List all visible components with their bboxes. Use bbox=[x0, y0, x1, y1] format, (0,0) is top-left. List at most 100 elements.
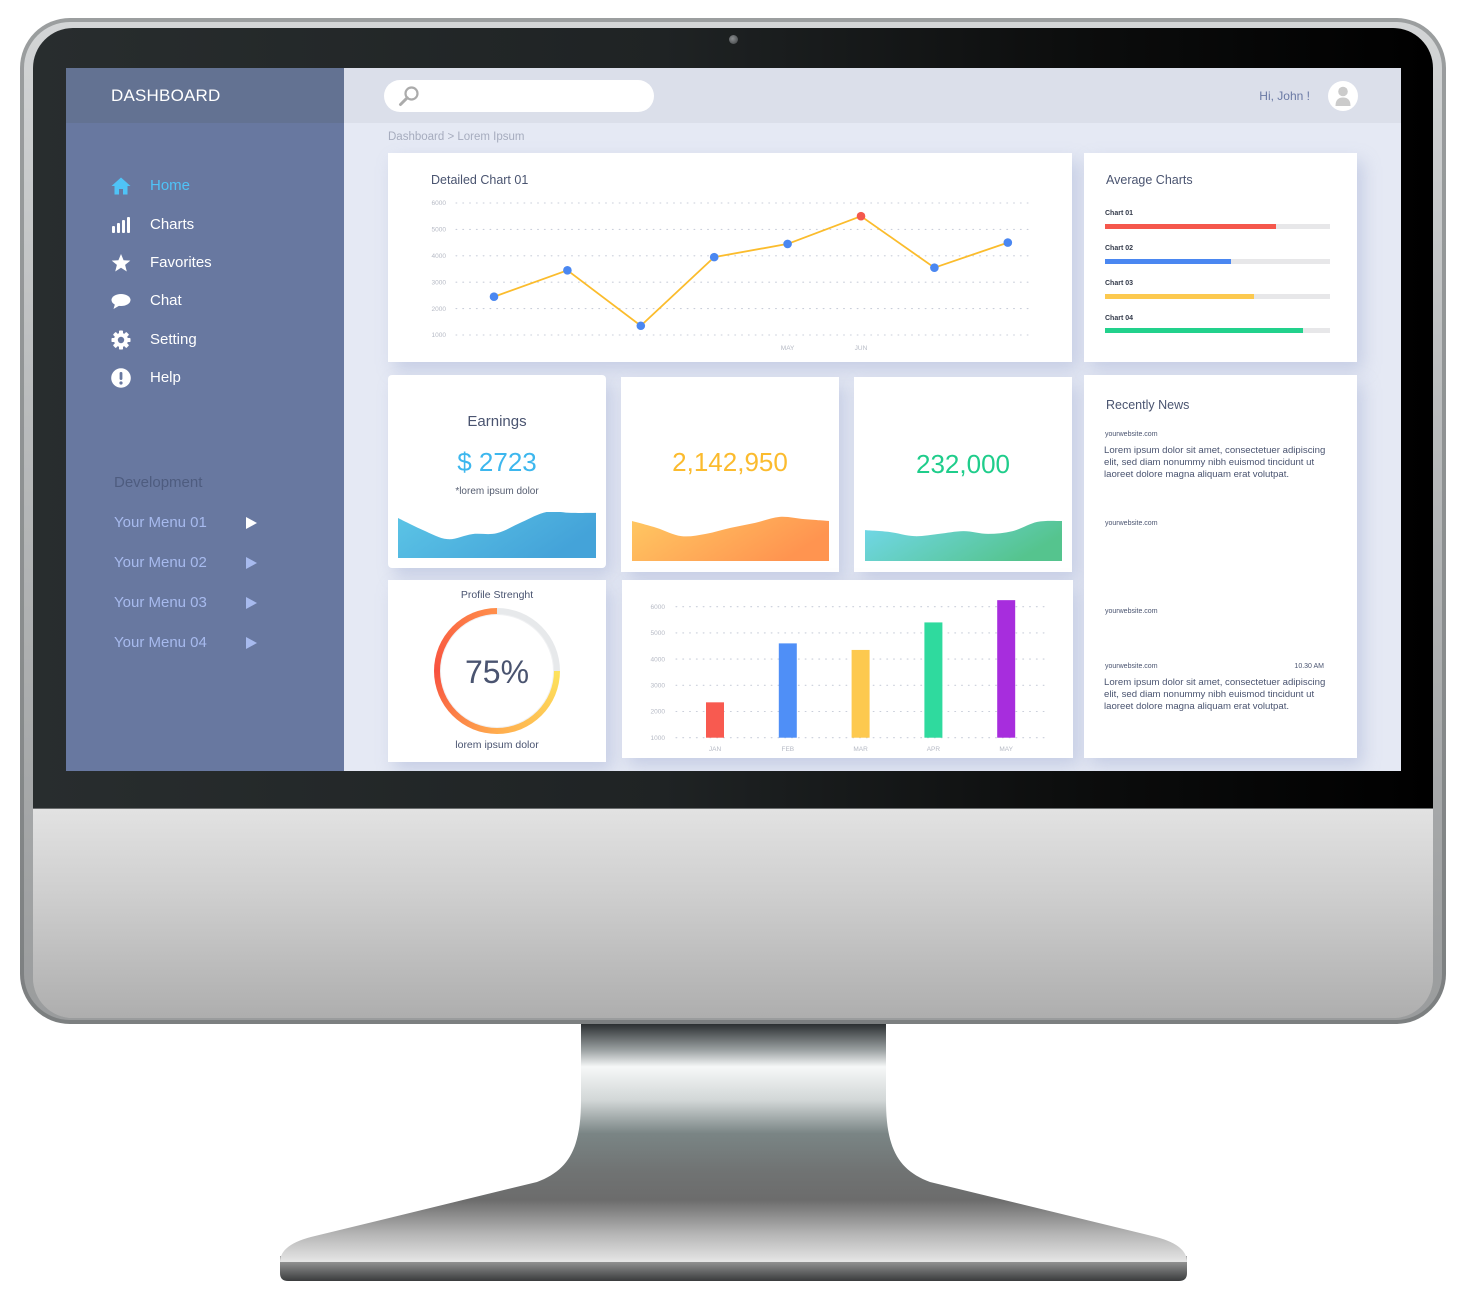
y-tick-label: 6000 bbox=[651, 604, 666, 611]
search-icon[interactable] bbox=[397, 84, 421, 108]
y-tick-label: 1000 bbox=[651, 735, 666, 742]
data-point[interactable] bbox=[563, 266, 572, 275]
monitor-chin bbox=[33, 808, 1433, 1018]
line-chart-card: Detailed Chart 01 1000 2000 3000 4000 5000 60… bbox=[388, 153, 1072, 362]
data-point[interactable] bbox=[1003, 238, 1013, 247]
stat-card-orange: 2,142,950 bbox=[621, 377, 839, 572]
avg-progress-fill bbox=[1105, 224, 1276, 229]
sidebar-item-label: Home bbox=[150, 177, 191, 194]
sidebar-menu-04[interactable]: Your Menu 04 bbox=[114, 631, 274, 655]
news-time: 10.30 AM bbox=[1294, 663, 1324, 670]
y-tick-label: 5000 bbox=[432, 227, 447, 234]
stat-value: 2,142,950 bbox=[672, 447, 788, 477]
sidebar-item-chat[interactable]: Chat bbox=[111, 289, 311, 313]
search-box[interactable] bbox=[384, 80, 654, 112]
news-source[interactable]: yourwebsite.com bbox=[1105, 662, 1158, 671]
webcam-icon bbox=[729, 35, 738, 44]
news-source[interactable]: yourwebsite.com bbox=[1105, 430, 1158, 439]
stat-sparkline bbox=[865, 520, 1062, 561]
star-icon bbox=[111, 254, 131, 272]
bar-chart-icon bbox=[112, 217, 130, 233]
sidebar-item-label: Favorites bbox=[150, 254, 212, 271]
stat-value: 232,000 bbox=[916, 449, 1010, 479]
sidebar-item-setting[interactable]: Setting bbox=[111, 328, 311, 352]
user-avatar[interactable] bbox=[1328, 81, 1358, 111]
breadcrumb: Dashboard > Lorem Ipsum bbox=[388, 131, 525, 143]
data-point[interactable] bbox=[489, 292, 499, 302]
news-title: Recently News bbox=[1106, 398, 1190, 412]
avg-progress-track bbox=[1105, 294, 1330, 299]
sidebar-item-label: Charts bbox=[150, 216, 195, 233]
avg-progress-track bbox=[1105, 328, 1330, 333]
sidebar-item-label: Setting bbox=[150, 331, 197, 348]
recent-news-card: Recently News yourwebsite.com Lorem ipsu… bbox=[1084, 375, 1357, 758]
news-text: Lorem ipsum dolor sit amet, consectetuer… bbox=[1104, 445, 1326, 481]
user-avatar-icon bbox=[1335, 86, 1351, 106]
data-point[interactable] bbox=[783, 239, 792, 249]
avg-progress-track bbox=[1105, 224, 1330, 229]
sidebar-item-help[interactable]: Help bbox=[111, 366, 311, 390]
stand-neck bbox=[280, 1020, 1187, 1262]
data-point[interactable] bbox=[930, 263, 939, 272]
bar-jan[interactable] bbox=[706, 702, 724, 738]
home-icon bbox=[111, 177, 131, 195]
y-tick-label: 2000 bbox=[432, 306, 447, 313]
data-point-highlighted[interactable] bbox=[856, 211, 866, 221]
x-tick-label: MAR bbox=[853, 746, 868, 753]
menu-label: Your Menu 04 bbox=[114, 634, 207, 651]
sidebar-item-home[interactable]: Home bbox=[111, 174, 311, 198]
y-tick-label: 5000 bbox=[651, 630, 666, 637]
avg-label: Chart 04 bbox=[1105, 315, 1134, 322]
earnings-title: Earnings bbox=[467, 413, 527, 430]
exclamation-circle-icon bbox=[111, 368, 131, 388]
average-charts-card: Average Charts Chart 01 Chart 02 Chart 0… bbox=[1084, 153, 1357, 362]
y-tick-label: 2000 bbox=[651, 709, 666, 716]
sidebar-menu-02[interactable]: Your Menu 02 bbox=[114, 551, 274, 575]
bar-may[interactable] bbox=[997, 600, 1016, 738]
profile-strength-value: 75% bbox=[464, 654, 530, 690]
sidebar-item-favorites[interactable]: Favorites bbox=[111, 251, 311, 275]
sidebar-menu-03[interactable]: Your Menu 03 bbox=[114, 591, 274, 615]
screen: DASHBOARD Home Charts Favorites Chat Set… bbox=[66, 68, 1401, 771]
x-tick-label: JAN bbox=[709, 746, 722, 753]
y-tick-label: 3000 bbox=[651, 683, 666, 690]
earnings-value: $ 2723 bbox=[457, 447, 537, 477]
sidebar-item-label: Help bbox=[150, 369, 181, 386]
sidebar-item-charts[interactable]: Charts bbox=[111, 213, 311, 237]
bar-apr[interactable] bbox=[924, 622, 943, 738]
sidebar-menu-01[interactable]: Your Menu 01 bbox=[114, 511, 274, 535]
search-input[interactable] bbox=[426, 80, 646, 112]
sparkline-area bbox=[865, 520, 1062, 561]
x-tick-label: FEB bbox=[781, 746, 794, 753]
y-tick-label: 4000 bbox=[651, 656, 666, 663]
x-tick-label: MAY bbox=[999, 746, 1013, 753]
play-arrow-icon bbox=[246, 517, 257, 529]
gear-icon bbox=[111, 330, 131, 350]
stat-sparkline bbox=[632, 516, 829, 561]
bar-mar[interactable] bbox=[851, 649, 870, 738]
stat-card-green: 232,000 bbox=[854, 377, 1072, 572]
app-title: DASHBOARD bbox=[111, 86, 221, 105]
play-arrow-icon bbox=[246, 637, 257, 649]
line-chart: 1000 2000 3000 4000 5000 6000 MAY JUN bbox=[432, 200, 1031, 352]
sparkline-area bbox=[632, 516, 829, 561]
data-point[interactable] bbox=[709, 252, 719, 262]
earnings-note: *lorem ipsum dolor bbox=[455, 486, 539, 497]
bar-feb[interactable] bbox=[778, 643, 797, 738]
x-tick-label: MAY bbox=[781, 345, 795, 352]
chat-bubble-icon bbox=[111, 294, 131, 309]
menu-label: Your Menu 03 bbox=[114, 594, 207, 611]
avg-progress-track bbox=[1105, 259, 1330, 264]
avg-progress-fill bbox=[1105, 259, 1231, 264]
sparkline-area bbox=[398, 512, 596, 558]
bar-chart-card: 1000 2000 3000 4000 5000 6000 JAN FEB MAR APR MAY bbox=[622, 580, 1073, 758]
menu-label: Your Menu 01 bbox=[114, 514, 207, 531]
menu-label: Your Menu 02 bbox=[114, 554, 207, 571]
avg-label: Chart 01 bbox=[1105, 210, 1134, 217]
news-source[interactable]: yourwebsite.com bbox=[1105, 519, 1158, 528]
earnings-sparkline bbox=[398, 512, 596, 558]
news-source[interactable]: yourwebsite.com bbox=[1105, 607, 1158, 616]
data-point[interactable] bbox=[636, 321, 646, 331]
y-tick-label: 4000 bbox=[432, 253, 447, 260]
user-greeting: Hi, John ! bbox=[1259, 89, 1310, 103]
